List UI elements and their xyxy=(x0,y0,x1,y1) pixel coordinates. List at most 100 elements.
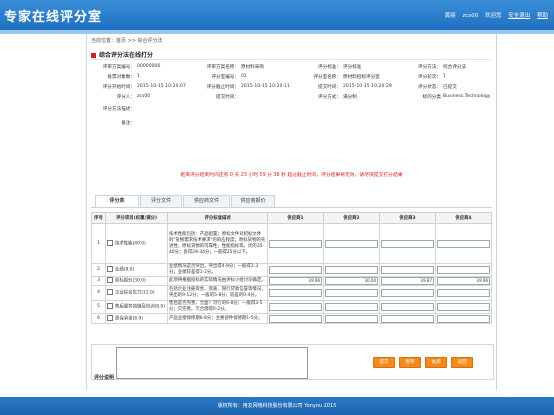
score-input[interactable] xyxy=(269,289,322,297)
info-value: 已提交 xyxy=(443,85,457,90)
score-input[interactable] xyxy=(437,289,490,297)
score-input[interactable] xyxy=(269,303,322,311)
item-cell: 质保承诺(8.0) xyxy=(105,313,168,324)
score-cell xyxy=(323,300,380,314)
top-links: 黄丽 zcs00 欢迎您 安全退出 帮助 xyxy=(440,11,548,19)
logout-link[interactable]: 安全退出 xyxy=(508,13,530,19)
score-input[interactable] xyxy=(381,289,434,297)
item-cell: 原标报价(30.0) xyxy=(105,276,168,286)
score-cell xyxy=(379,263,436,277)
welcome-text: 欢迎您 xyxy=(484,13,502,19)
footer: 版权所有：用友网络科技股份有限公司 Yonyou 2015 xyxy=(0,397,554,415)
info-key: 评分开始时间： xyxy=(102,85,135,90)
info-key: 评分标准： xyxy=(318,65,341,70)
info-key: 评分方法： xyxy=(418,65,441,70)
score-cell xyxy=(435,223,492,264)
item-label: 业绩(8.0) xyxy=(115,267,135,273)
score-cell xyxy=(435,313,492,324)
score-cell xyxy=(267,223,324,264)
info-key: 备注： xyxy=(121,121,135,126)
top-bar: 专家在线评分室 黄丽 zcs00 欢迎您 安全退出 帮助 xyxy=(0,0,554,30)
item-label: 售后服务措施及培训(8.0) xyxy=(115,304,165,310)
row-checkbox[interactable] xyxy=(107,289,113,296)
score-input[interactable] xyxy=(381,266,434,274)
table-row: 6 质保承诺(8.0) 产品业绩保修期6-8分；主要部件保修期1-5分。 xyxy=(91,313,492,324)
score-input[interactable]: 29.87 xyxy=(381,277,434,285)
breadcrumb: 当前位置：首页 >> 综合评分法 xyxy=(91,38,163,44)
column-header: 评分项目(权重/满分) xyxy=(105,212,168,224)
item-cell: 技术性能(40.0) xyxy=(105,223,168,264)
score-input[interactable] xyxy=(437,303,490,311)
deadline-warning: 距离评分结束时间还有 0 天 23 小时 59 分 38 秒 超过截止时间，评分… xyxy=(180,173,403,178)
item-label: 质保承诺(8.0) xyxy=(115,316,143,322)
score-input[interactable]: 30.00 xyxy=(325,277,378,285)
section-title-text: 综合评分法在线打分 xyxy=(99,52,154,59)
row-checkbox[interactable] xyxy=(107,239,113,246)
score-input[interactable] xyxy=(381,303,434,311)
score-input[interactable] xyxy=(437,239,490,248)
info-value: 1 xyxy=(137,74,140,79)
divider xyxy=(91,59,491,60)
comment-textarea[interactable] xyxy=(116,347,308,379)
info-key: 评分截止时间： xyxy=(206,85,239,90)
score-input[interactable] xyxy=(325,239,378,248)
score-input[interactable] xyxy=(325,289,378,297)
info-value: zcs00 xyxy=(137,94,151,99)
app-title: 专家在线评分室 xyxy=(4,10,103,25)
user-label: 黄丽 xyxy=(444,13,456,19)
score-input[interactable] xyxy=(325,266,378,274)
score-input[interactable] xyxy=(269,266,322,274)
row-number: 1 xyxy=(91,223,106,264)
item-cell: 企业综合实力(12.0) xyxy=(105,285,168,301)
column-header: 供应商2 xyxy=(323,212,380,224)
score-table: 序号 评分项目(权重/满分) 评分标准描述 供应商1 供应商2 供应商3 供应商4 1 技术性… xyxy=(91,212,492,324)
score-input[interactable] xyxy=(381,314,434,323)
info-value: 01 xyxy=(241,74,247,79)
score-cell: 29.96 xyxy=(435,276,492,286)
info-key: 评分室编号： xyxy=(211,75,239,80)
score-input[interactable] xyxy=(325,303,378,311)
score-cell xyxy=(379,313,436,324)
save-draft-button[interactable]: 暂存 xyxy=(399,357,421,368)
score-input[interactable] xyxy=(269,314,322,323)
close-button[interactable]: 关闭 xyxy=(425,357,447,368)
row-checkbox[interactable] xyxy=(107,314,113,321)
score-input[interactable] xyxy=(269,239,322,248)
table-row: 3 原标报价(30.0) 此项将根据投标的实际情况由评标小组讨论确定。 29.96 30… xyxy=(91,276,492,286)
score-cell xyxy=(435,263,492,277)
info-key: 评分方法描述： xyxy=(102,107,135,112)
info-value: 满分制 xyxy=(343,95,357,100)
help-link[interactable]: 帮助 xyxy=(537,13,548,19)
score-input[interactable]: 29.96 xyxy=(437,277,490,285)
row-checkbox[interactable] xyxy=(107,277,113,284)
score-cell xyxy=(323,285,380,301)
score-cell: 30.00 xyxy=(323,276,380,286)
info-value: 2015-10-15 10:20:07 xyxy=(137,84,186,89)
item-label: 企业综合实力(12.0) xyxy=(115,290,155,296)
info-value: 2015-10-15 10:20:29 xyxy=(343,84,392,89)
submit-button[interactable]: 提交 xyxy=(373,357,395,368)
score-input[interactable] xyxy=(381,239,434,248)
info-value: 原材料采购 xyxy=(241,65,264,70)
criteria-description: 包括企业注册资金、资质、银行贷款信誉等情况，突出的9-12分；一般的5-8分；较… xyxy=(167,285,268,301)
score-input[interactable] xyxy=(325,314,378,323)
row-number: 4 xyxy=(91,285,106,301)
score-cell xyxy=(267,285,324,301)
score-input[interactable] xyxy=(437,266,490,274)
info-value: 原材料招标评分室 xyxy=(343,75,380,80)
info-value: 综合评分法 xyxy=(443,65,466,70)
score-cell xyxy=(267,263,324,277)
score-input[interactable] xyxy=(437,314,490,323)
column-header: 供应商1 xyxy=(267,212,324,224)
row-checkbox[interactable] xyxy=(107,303,113,310)
info-key: 提交时间： xyxy=(216,95,239,100)
row-number: 5 xyxy=(91,300,106,314)
info-value: 2015-10-15 10:20:11 xyxy=(241,84,290,89)
row-checkbox[interactable] xyxy=(107,266,113,273)
row-number: 3 xyxy=(91,276,106,286)
section-marker-icon xyxy=(91,53,96,58)
back-button[interactable]: 返回 xyxy=(451,357,473,368)
score-input[interactable]: 29.96 xyxy=(269,277,322,285)
info-key: 提交时间： xyxy=(318,85,341,90)
row-number: 6 xyxy=(91,313,106,324)
